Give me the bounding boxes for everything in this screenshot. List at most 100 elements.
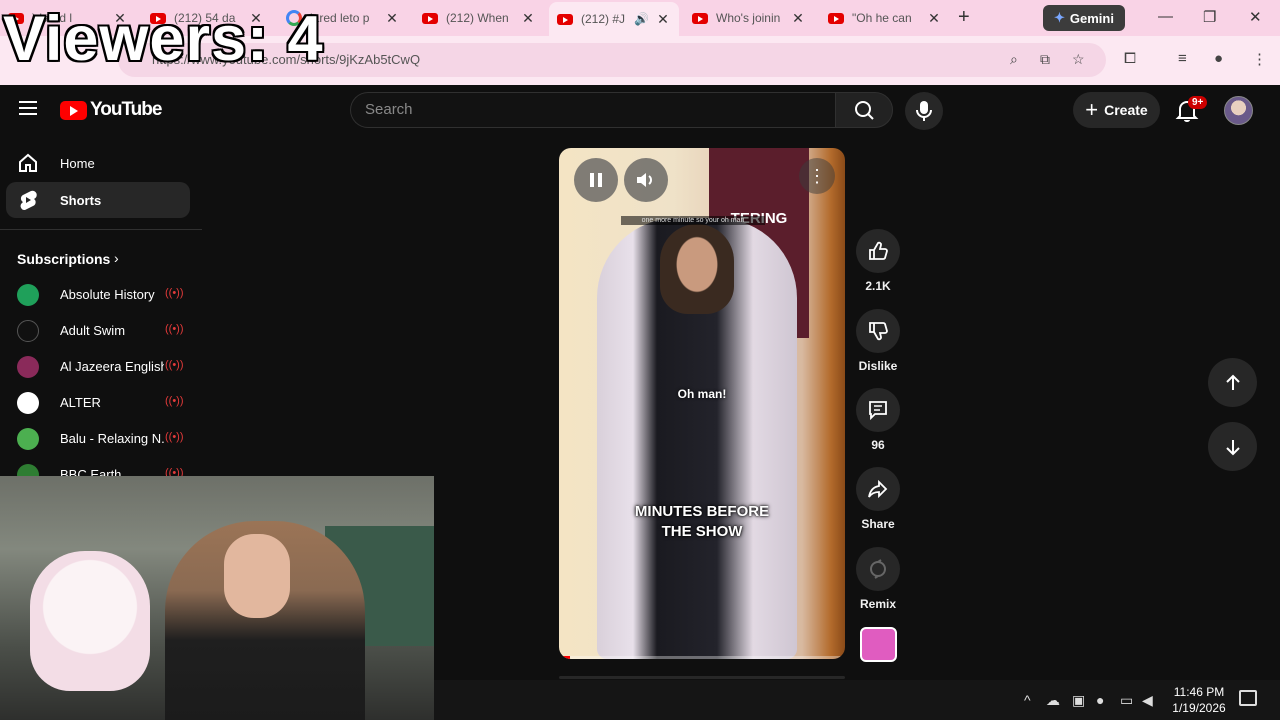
search-input[interactable] <box>365 101 805 118</box>
channel-name: Adult Swim <box>60 323 126 338</box>
sidebar-item-label: Home <box>60 155 95 171</box>
dislike-action[interactable]: Dislike <box>856 309 900 373</box>
subscription-item[interactable]: ALTER ((•)) <box>17 391 192 415</box>
tab-title: (212) #J <box>581 12 626 26</box>
live-indicator-icon: ((•)) <box>165 287 184 299</box>
gemini-spark-icon: ✦ <box>1054 10 1065 25</box>
video-progress-bar[interactable] <box>559 656 845 659</box>
youtube-logo-text: YouTube <box>90 99 162 120</box>
network-icon[interactable]: ▭ <box>1120 692 1133 709</box>
account-avatar[interactable] <box>1224 96 1253 125</box>
bookmark-star-icon[interactable]: ☆ <box>1072 51 1085 68</box>
browser-menu-icon[interactable]: ⋮ <box>1252 50 1267 68</box>
next-short-peek <box>559 676 845 679</box>
thumbs-down-icon <box>869 322 888 341</box>
browser-tab[interactable]: (212) When ✕ <box>414 4 544 32</box>
subscription-item[interactable]: Absolute History ((•)) <box>17 283 192 307</box>
extensions-icon[interactable]: ⧠ <box>1124 50 1136 67</box>
onedrive-cloud-icon[interactable]: ☁ <box>1046 692 1060 709</box>
tab-close-icon[interactable]: ✕ <box>384 10 400 27</box>
new-tab-button[interactable]: + <box>958 6 970 29</box>
previous-short-button[interactable] <box>1208 358 1257 407</box>
more-options-icon[interactable]: ⋮ <box>799 158 835 194</box>
microphone-tray-icon[interactable]: ● <box>1096 692 1104 708</box>
channel-avatar <box>17 428 39 450</box>
volume-icon <box>637 173 652 187</box>
minimize-button[interactable]: — <box>1158 8 1173 25</box>
channel-avatar <box>17 392 39 414</box>
volume-tray-icon[interactable]: ◀ <box>1142 692 1153 709</box>
remix-label: Remix <box>859 597 897 611</box>
restore-button[interactable]: ❐ <box>1203 8 1216 26</box>
volume-button[interactable] <box>624 158 668 202</box>
tab-close-icon[interactable]: ✕ <box>655 11 671 28</box>
browser-tab[interactable]: Who's joinin ✕ <box>684 4 814 32</box>
remix-button[interactable] <box>856 547 900 591</box>
chevron-right-icon[interactable]: › <box>114 250 119 266</box>
profile-icon[interactable]: ● <box>1214 50 1223 67</box>
search-box[interactable] <box>350 92 836 128</box>
caption-main: MINUTES BEFORE THE SHOW <box>559 502 845 542</box>
create-button[interactable]: + Create <box>1073 92 1160 128</box>
webcam-overlay <box>0 476 434 720</box>
subscription-item[interactable]: Balu - Relaxing N... ((•)) <box>17 427 192 451</box>
menu-icon[interactable] <box>19 101 37 115</box>
youtube-favicon-icon <box>557 13 573 25</box>
shorts-video-player[interactable]: TERING ⋮ one more minute so your oh man … <box>559 148 845 659</box>
subscription-item[interactable]: Al Jazeera English ((•)) <box>17 355 192 379</box>
arrow-up-icon <box>1225 374 1240 390</box>
like-button[interactable] <box>856 229 900 273</box>
comments-button[interactable] <box>856 388 900 432</box>
media-control-icon[interactable]: ≡ <box>1178 50 1187 67</box>
sidebar-item-shorts[interactable]: Shorts <box>6 182 190 218</box>
subscriptions-heading[interactable]: Subscriptions <box>17 251 110 267</box>
comment-icon <box>869 401 887 421</box>
channel-name: Absolute History <box>60 287 155 302</box>
notifications-center-icon[interactable] <box>1239 690 1257 706</box>
share-icon <box>868 479 888 499</box>
sound-thumbnail[interactable] <box>860 627 897 662</box>
sidebar-item-home[interactable]: Home <box>6 145 190 181</box>
gemini-button[interactable]: ✦ Gemini <box>1043 5 1125 31</box>
remix-action[interactable]: Remix <box>856 547 900 611</box>
tab-close-icon[interactable]: ✕ <box>520 10 536 27</box>
zoom-icon[interactable]: ⌕ <box>1010 51 1018 68</box>
tab-close-icon[interactable]: ✕ <box>926 10 942 27</box>
tab-title: Who's joinin <box>716 11 781 25</box>
youtube-favicon-icon <box>828 12 844 24</box>
pause-icon <box>590 173 602 187</box>
voice-search-button[interactable] <box>905 92 943 130</box>
live-indicator-icon: ((•)) <box>165 395 184 407</box>
gemini-label: Gemini <box>1069 10 1114 26</box>
sidebar-item-label: Shorts <box>60 192 102 208</box>
comment-count: 96 <box>871 438 885 452</box>
share-action[interactable]: Share <box>856 467 900 531</box>
search-button[interactable] <box>835 92 893 128</box>
next-short-button[interactable] <box>1208 422 1257 471</box>
dislike-button[interactable] <box>856 309 900 353</box>
video-subject-head <box>660 224 734 314</box>
pause-button[interactable] <box>574 158 618 202</box>
viewers-counter: Viewers: 4 <box>3 4 324 74</box>
shorts-icon <box>20 190 37 211</box>
clock-time: 11:46 PM <box>1173 685 1225 699</box>
tab-title: (212) When <box>446 11 509 25</box>
browser-tab[interactable]: "Oh he can ✕ <box>820 4 950 32</box>
comments-action[interactable]: 96 <box>856 388 900 452</box>
browser-tab-active[interactable]: (212) #J 🔊 ✕ <box>549 2 679 36</box>
tray-overflow-chevron-icon[interactable]: ^ <box>1024 692 1031 708</box>
home-icon <box>19 153 37 172</box>
install-app-icon[interactable]: ⧉ <box>1040 51 1050 68</box>
like-action[interactable]: 2.1K <box>856 229 900 293</box>
subscription-item[interactable]: Adult Swim ((•)) <box>17 319 192 343</box>
youtube-favicon-icon <box>692 12 708 24</box>
dislike-label: Dislike <box>858 359 898 373</box>
share-button[interactable] <box>856 467 900 511</box>
youtube-logo[interactable]: YouTube <box>60 99 162 121</box>
tab-close-icon[interactable]: ✕ <box>790 10 806 27</box>
system-clock[interactable]: 11:46 PM 1/19/2026 <box>1169 684 1229 716</box>
tray-app-icon[interactable]: ▣ <box>1072 692 1085 709</box>
close-window-button[interactable]: ✕ <box>1249 8 1262 26</box>
tab-audio-icon[interactable]: 🔊 <box>634 12 649 26</box>
remix-icon <box>870 559 886 579</box>
